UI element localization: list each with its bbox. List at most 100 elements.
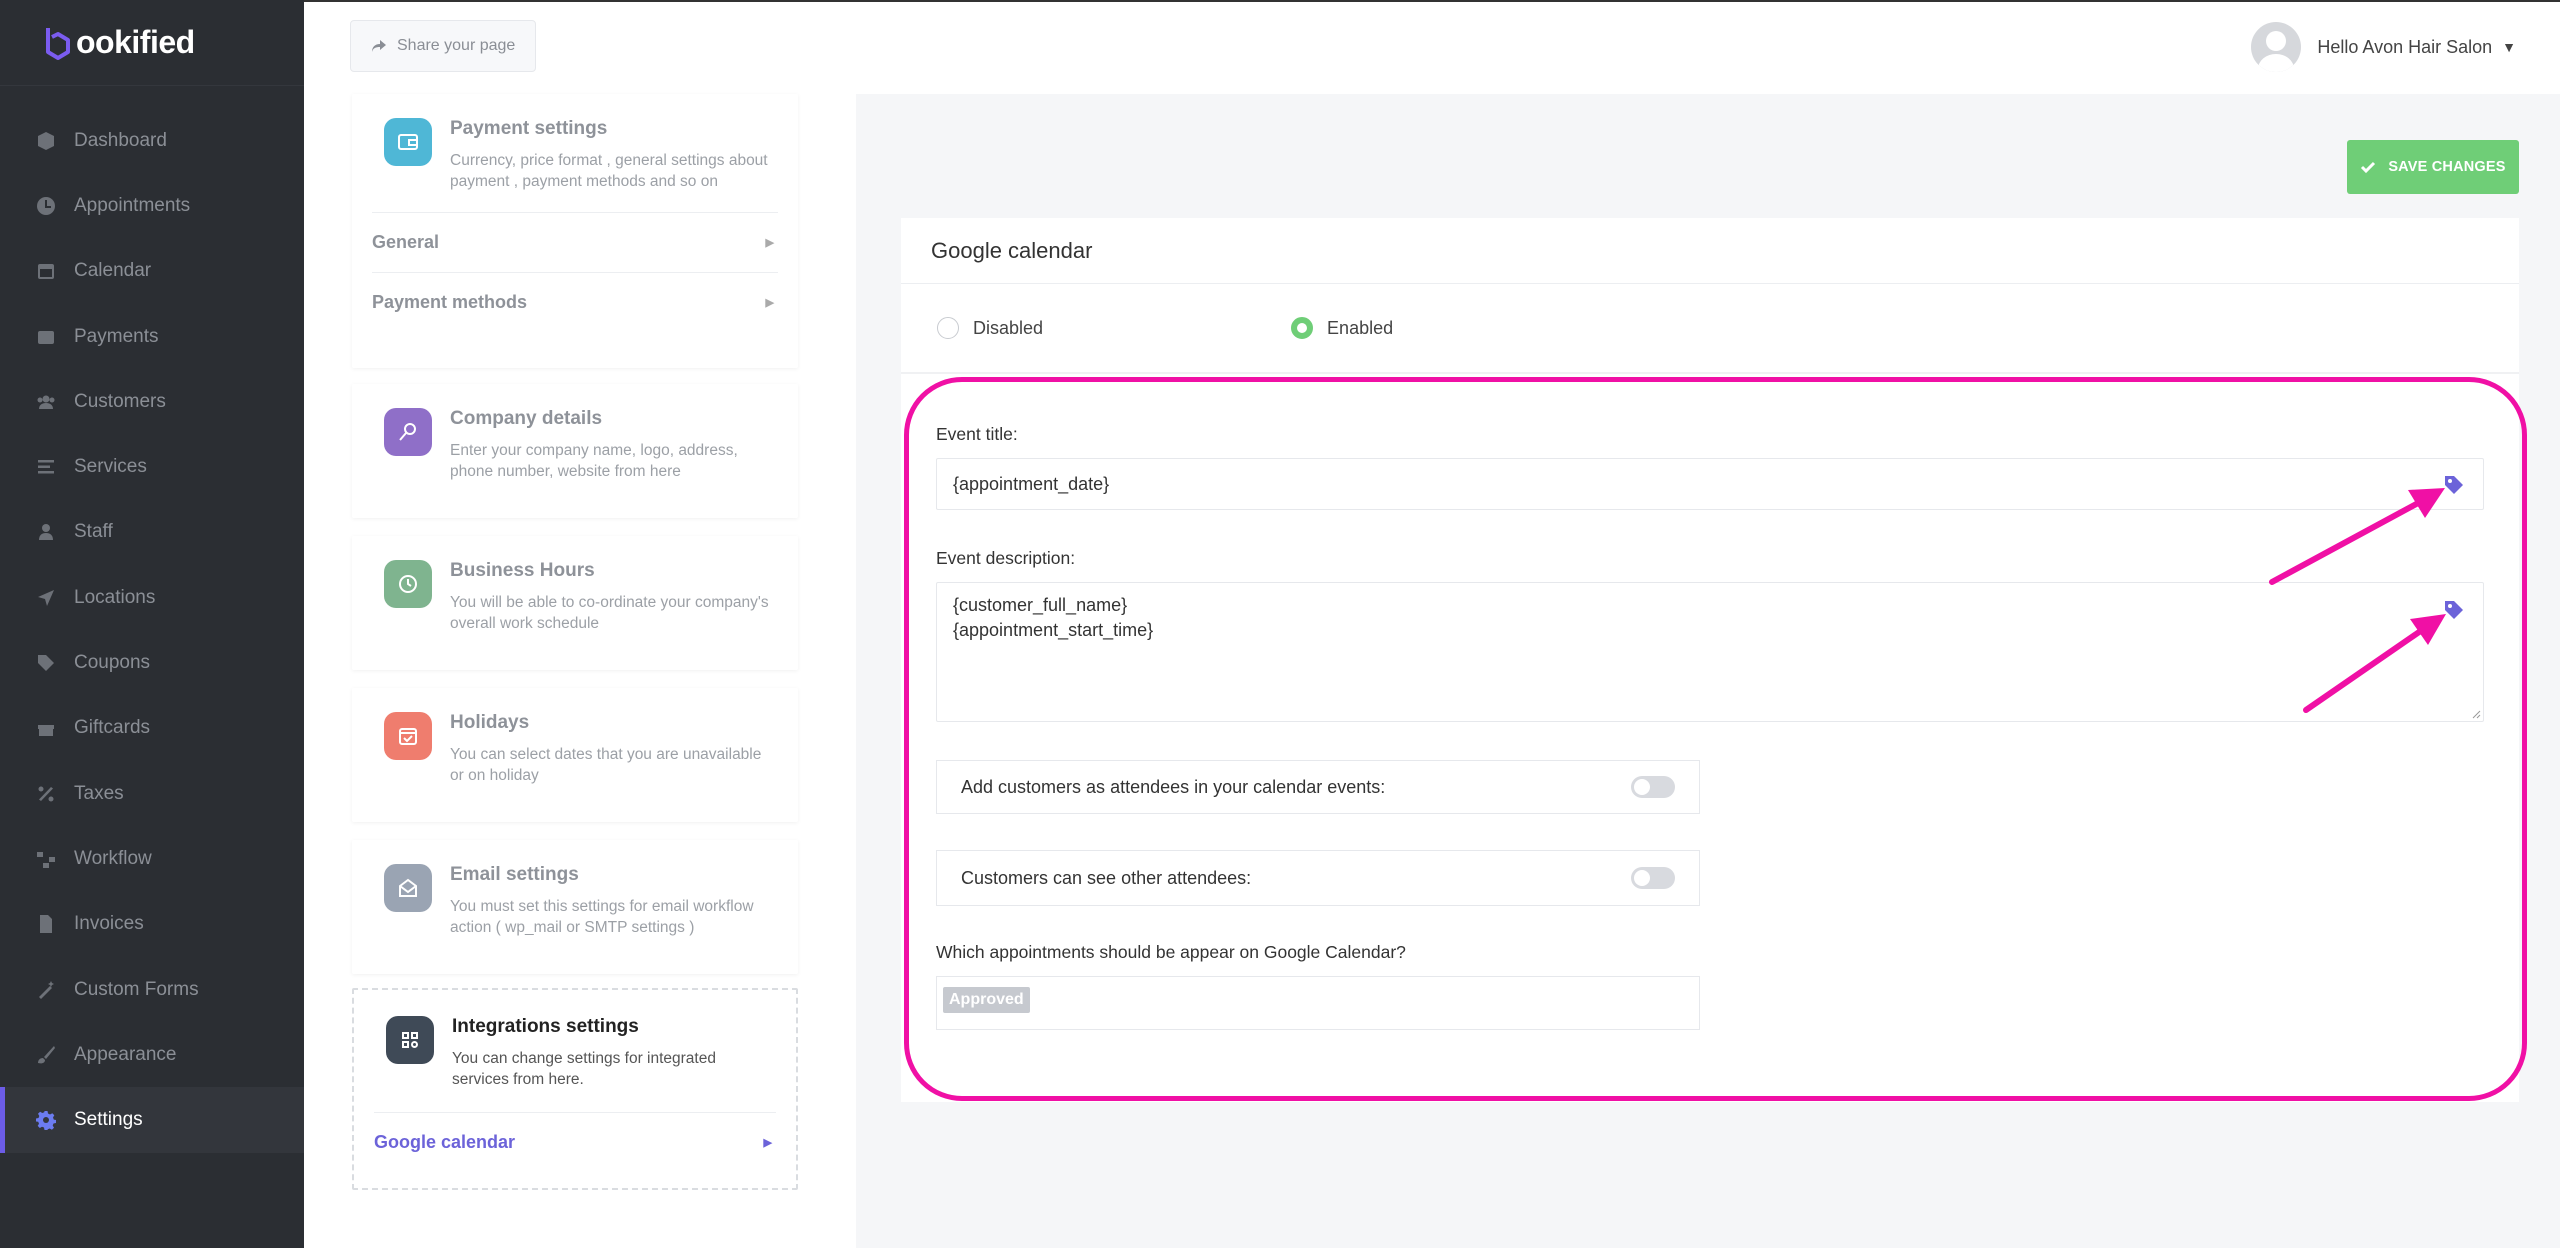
sidebar-item-locations[interactable]: Locations bbox=[0, 565, 304, 630]
appointment-status-select[interactable]: Approved bbox=[936, 976, 1700, 1030]
sidebar-item-taxes[interactable]: Taxes bbox=[0, 761, 304, 826]
card-title: Integrations settings bbox=[452, 1016, 639, 1037]
sidebar-item-dashboard[interactable]: Dashboard bbox=[0, 108, 304, 173]
sidebar-item-giftcards[interactable]: Giftcards bbox=[0, 696, 304, 761]
brush-icon bbox=[36, 1045, 56, 1065]
sidebar-item-calendar[interactable]: Calendar bbox=[0, 239, 304, 304]
gear-icon bbox=[36, 1110, 56, 1131]
sidebar: ookified Dashboard Appointments Calendar… bbox=[0, 0, 304, 1248]
radio-enabled[interactable]: Enabled bbox=[1291, 317, 1393, 339]
settings-card-company[interactable]: Company details Enter your company name,… bbox=[352, 384, 798, 518]
sidebar-item-invoices[interactable]: Invoices bbox=[0, 892, 304, 957]
user-menu[interactable]: Hello Avon Hair Salon ▼ bbox=[2251, 22, 2516, 72]
card-title: Business Hours bbox=[450, 560, 595, 581]
percent-icon bbox=[36, 784, 56, 804]
gift-icon bbox=[36, 718, 56, 738]
sidebar-item-label: Coupons bbox=[74, 652, 151, 674]
card-title: Holidays bbox=[450, 712, 530, 733]
sidebar-item-payments[interactable]: Payments bbox=[0, 304, 304, 369]
card-description: Enter your company name, logo, address, … bbox=[450, 442, 738, 480]
magic-icon bbox=[36, 980, 56, 1000]
logo[interactable]: ookified bbox=[0, 0, 304, 86]
sidebar-item-workflow[interactable]: Workflow bbox=[0, 826, 304, 891]
settings-card-integrations[interactable]: Integrations settings You can change set… bbox=[352, 988, 798, 1190]
clock-icon bbox=[384, 560, 432, 608]
topbar: Share your page Hello Avon Hair Salon ▼ bbox=[304, 0, 2560, 94]
sidebar-item-customers[interactable]: Customers bbox=[0, 369, 304, 434]
tag-icon[interactable] bbox=[2443, 474, 2465, 496]
sidebar-item-label: Giftcards bbox=[74, 717, 151, 739]
sidebar-item-custom-forms[interactable]: Custom Forms bbox=[0, 957, 304, 1022]
settings-sub-google-calendar[interactable]: Google calendar ▶ bbox=[374, 1112, 776, 1172]
status-chip[interactable]: Approved bbox=[943, 987, 1030, 1013]
tag-icon[interactable] bbox=[2443, 599, 2465, 621]
save-changes-button[interactable]: SAVE CHANGES bbox=[2347, 140, 2519, 194]
sidebar-item-appearance[interactable]: Appearance bbox=[0, 1022, 304, 1087]
card-title: Payment settings bbox=[450, 118, 608, 139]
see-attendees-toggle-row: Customers can see other attendees: bbox=[936, 850, 1700, 906]
sidebar-item-label: Settings bbox=[74, 1109, 143, 1131]
radio-dot bbox=[1291, 317, 1314, 339]
sidebar-item-services[interactable]: Services bbox=[0, 434, 304, 499]
envelope-open-icon bbox=[384, 864, 432, 912]
wallet-icon bbox=[384, 118, 432, 166]
sidebar-item-label: Custom Forms bbox=[74, 978, 199, 1000]
sidebar-nav: Dashboard Appointments Calendar Payments… bbox=[0, 108, 304, 1154]
card-description: You must set this settings for email wor… bbox=[450, 898, 754, 936]
chevron-down-icon: ▼ bbox=[2502, 39, 2516, 55]
list-icon bbox=[36, 457, 56, 477]
event-description-textarea[interactable]: {customer_full_name} {appointment_start_… bbox=[936, 582, 2484, 722]
sidebar-item-label: Calendar bbox=[74, 260, 152, 282]
settings-list-panel: Payment settings Currency, price format … bbox=[304, 94, 856, 1248]
caret-right-icon: ▶ bbox=[763, 1137, 772, 1149]
attendees-toggle[interactable] bbox=[1631, 776, 1675, 798]
sidebar-item-label: Taxes bbox=[74, 782, 124, 804]
attendees-toggle-row: Add customers as attendees in your calen… bbox=[936, 760, 1700, 814]
radio-disabled[interactable]: Disabled bbox=[937, 317, 1043, 339]
sub-label: Payment methods bbox=[372, 292, 528, 312]
sidebar-item-label: Payments bbox=[74, 325, 159, 347]
event-description-line: {appointment_start_time} bbox=[953, 620, 1154, 640]
user-icon bbox=[36, 522, 56, 542]
tag-icon bbox=[36, 653, 56, 673]
settings-card-business-hours[interactable]: Business Hours You will be able to co-or… bbox=[352, 536, 798, 670]
save-label: SAVE CHANGES bbox=[2388, 159, 2506, 175]
share-icon bbox=[372, 40, 386, 52]
sidebar-item-label: Workflow bbox=[74, 847, 152, 869]
card-description: Currency, price format , general setting… bbox=[450, 152, 768, 190]
see-attendees-toggle[interactable] bbox=[1631, 867, 1675, 889]
settings-card-email[interactable]: Email settings You must set this setting… bbox=[352, 840, 798, 974]
sidebar-item-settings[interactable]: Settings bbox=[0, 1087, 304, 1154]
sidebar-item-label: Dashboard bbox=[74, 129, 167, 151]
status-radio-group: Disabled Enabled bbox=[901, 284, 2519, 374]
sidebar-item-staff[interactable]: Staff bbox=[0, 500, 304, 565]
cube-icon bbox=[36, 131, 56, 151]
toggle-label: Customers can see other attendees: bbox=[961, 867, 1252, 888]
integrations-icon bbox=[386, 1016, 434, 1064]
sidebar-item-appointments[interactable]: Appointments bbox=[0, 173, 304, 238]
radio-label: Disabled bbox=[973, 317, 1044, 338]
card-description: You will be able to co-ordinate your com… bbox=[450, 594, 769, 632]
settings-sub-general[interactable]: General ▶ bbox=[372, 212, 778, 272]
user-greeting: Hello Avon Hair Salon bbox=[2317, 36, 2493, 57]
sidebar-item-label: Services bbox=[74, 456, 147, 478]
settings-card-payment[interactable]: Payment settings Currency, price format … bbox=[352, 94, 798, 368]
caret-right-icon: ▶ bbox=[765, 237, 774, 249]
card-description: You can select dates that you are unavai… bbox=[450, 746, 762, 784]
check-icon bbox=[2361, 161, 2376, 174]
logo-mark-icon bbox=[46, 27, 70, 60]
settings-sub-payment-methods[interactable]: Payment methods ▶ bbox=[372, 272, 778, 332]
sidebar-item-label: Customers bbox=[74, 390, 166, 412]
share-page-button[interactable]: Share your page bbox=[350, 20, 536, 72]
clock-icon bbox=[36, 196, 56, 216]
settings-card-holidays[interactable]: Holidays You can select dates that you a… bbox=[352, 688, 798, 822]
panel-title: Google calendar bbox=[901, 218, 2519, 284]
event-title-label: Event title: bbox=[936, 424, 1018, 444]
card-title: Email settings bbox=[450, 864, 579, 885]
radio-dot bbox=[937, 317, 959, 339]
event-title-input[interactable]: {appointment_date} bbox=[936, 458, 2484, 510]
resize-handle-icon[interactable] bbox=[2471, 709, 2481, 719]
sidebar-item-coupons[interactable]: Coupons bbox=[0, 630, 304, 695]
appointments-question-label: Which appointments should be appear on G… bbox=[936, 942, 1406, 962]
logo-text: ookified bbox=[76, 24, 195, 60]
